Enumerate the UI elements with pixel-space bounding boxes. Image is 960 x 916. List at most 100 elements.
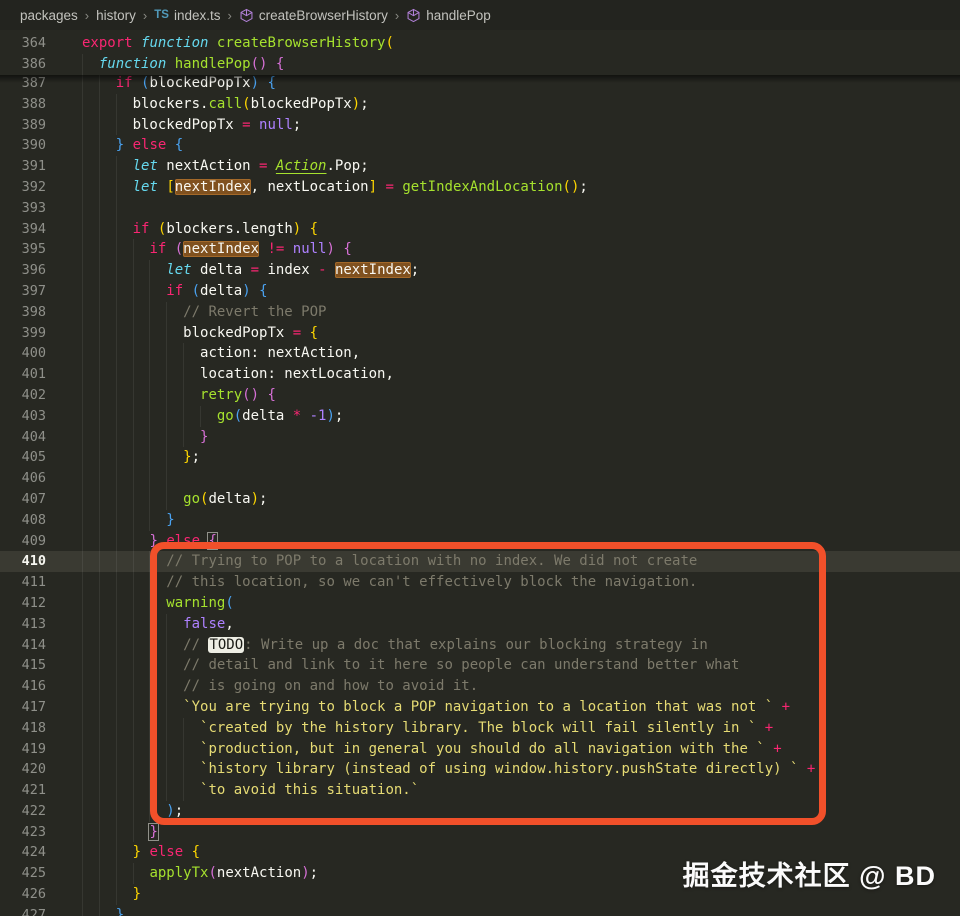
code-line-417[interactable]: 417 `You are trying to block a POP navig… [0,696,960,718]
code-line-403[interactable]: 403 go(delta * -1); [0,405,960,427]
line-number[interactable]: 391 [0,156,46,177]
line-number[interactable]: 417 [0,697,46,718]
line-number[interactable]: 389 [0,115,46,136]
line-number[interactable]: 406 [0,468,46,489]
code-line-388[interactable]: 388 blockers.call(blockedPopTx); [0,93,960,115]
code-line-406[interactable]: 406 [0,468,960,489]
line-number[interactable]: 402 [0,385,46,406]
code-line-412[interactable]: 412 warning( [0,592,960,614]
line-number[interactable]: 409 [0,531,46,552]
sticky-line-386[interactable]: 386 function handlePop() { [0,53,960,75]
code-line-396[interactable]: 396 let delta = index - nextIndex; [0,260,960,281]
code-text: } [166,511,175,528]
line-number[interactable]: 426 [0,884,46,905]
line-number[interactable]: 395 [0,239,46,260]
line-number[interactable]: 390 [0,135,46,156]
code-line-402[interactable]: 402 retry() { [0,384,960,406]
line-number[interactable]: 420 [0,759,46,780]
code-line-405[interactable]: 405 }; [0,447,960,469]
code-line-418[interactable]: 418 `created by the history library. The… [0,717,960,739]
line-number[interactable]: 427 [0,905,46,916]
code-line-395[interactable]: 395 if (nextIndex != null) { [0,239,960,261]
line-number[interactable]: 408 [0,510,46,531]
code-text: function handlePop() { [98,55,285,72]
line-number[interactable]: 415 [0,655,46,676]
code-text: } [132,886,142,903]
line-number[interactable]: 412 [0,593,46,614]
breadcrumb-item-createbrowserhistory[interactable]: createBrowserHistory [239,8,388,23]
indent-guide [82,197,83,219]
line-number[interactable]: 401 [0,364,46,385]
code-text: applyTx(nextAction); [149,865,319,882]
code-line-398[interactable]: 398 // Revert the POP [0,301,960,323]
line-number[interactable]: 397 [0,281,46,302]
line-number[interactable]: 411 [0,572,46,593]
line-number[interactable]: 364 [0,33,46,54]
sticky-line-364[interactable]: 364 export function createBrowserHistory( [0,33,960,54]
line-number[interactable]: 407 [0,489,46,510]
code-text: // detail and link to it here so people … [183,657,740,674]
code-line-423[interactable]: 423 } [0,821,960,843]
line-number[interactable]: 399 [0,323,46,344]
code-line-422[interactable]: 422 ); [0,800,960,822]
code-line-421[interactable]: 421 `to avoid this situation.` [0,780,960,801]
code-line-407[interactable]: 407 go(delta); [0,488,960,510]
line-number[interactable]: 421 [0,780,46,801]
code-line-393[interactable]: 393 [0,197,960,219]
code-line-414[interactable]: 414 // TODO: Write up a doc that explain… [0,634,960,656]
breadcrumb-label: createBrowserHistory [258,7,388,23]
code-line-389[interactable]: 389 blockedPopTx = null; [0,114,960,136]
code-line-394[interactable]: 394 if (blockers.length) { [0,218,960,240]
code-line-399[interactable]: 399 blockedPopTx = { [0,322,960,344]
breadcrumb-label: packages [20,7,78,23]
code-text: `to avoid this situation.` [200,782,420,799]
breadcrumb-item-index.ts[interactable]: TS index.ts [154,8,220,23]
code-line-413[interactable]: 413 false, [0,613,960,635]
code-line-404[interactable]: 404 } [0,426,960,448]
breadcrumb-item-history[interactable]: history [96,8,136,23]
code-line-419[interactable]: 419 `production, but in general you shou… [0,738,960,760]
line-number[interactable]: 393 [0,198,46,219]
line-number[interactable]: 413 [0,614,46,635]
line-number[interactable]: 418 [0,718,46,739]
line-number[interactable]: 394 [0,219,46,240]
code-text: // is going on and how to avoid it. [183,678,479,695]
code-line-401[interactable]: 401 location: nextLocation, [0,364,960,385]
line-number[interactable]: 422 [0,801,46,822]
line-number[interactable]: 410 [0,551,46,572]
code-text: warning( [166,594,234,611]
line-number[interactable]: 419 [0,739,46,760]
line-number[interactable]: 398 [0,302,46,323]
line-number[interactable]: 424 [0,842,46,863]
indent-guide [82,468,83,489]
line-number[interactable]: 414 [0,635,46,656]
code-line-408[interactable]: 408 } [0,509,960,531]
code-line-420[interactable]: 420 `history library (instead of using w… [0,759,960,781]
line-number[interactable]: 425 [0,863,46,884]
code-line-392[interactable]: 392 let [nextIndex, nextLocation] = getI… [0,176,960,198]
line-number[interactable]: 423 [0,822,46,843]
line-number[interactable]: 404 [0,427,46,448]
code-line-410[interactable]: 410 // Trying to POP to a location with … [0,551,960,573]
line-number[interactable]: 400 [0,343,46,364]
code-line-427[interactable]: 427 } [0,904,960,916]
code-line-390[interactable]: 390 } else { [0,135,960,157]
code-editor[interactable]: 387 if (blockedPopTx) {388 blockers.call… [0,30,960,916]
line-number[interactable]: 392 [0,177,46,198]
breadcrumb-item-packages[interactable]: packages [20,8,78,23]
line-number[interactable]: 416 [0,676,46,697]
code-line-397[interactable]: 397 if (delta) { [0,280,960,302]
line-number[interactable]: 396 [0,260,46,281]
indent-guide [98,468,100,489]
breadcrumb-item-handlepop[interactable]: handlePop [406,8,491,23]
code-line-416[interactable]: 416 // is going on and how to avoid it. [0,676,960,697]
line-number[interactable]: 405 [0,447,46,468]
code-line-415[interactable]: 415 // detail and link to it here so peo… [0,655,960,677]
code-line-400[interactable]: 400 action: nextAction, [0,343,960,365]
code-line-391[interactable]: 391 let nextAction = Action.Pop; [0,156,960,177]
line-number[interactable]: 388 [0,94,46,115]
code-line-409[interactable]: 409 } else { [0,530,960,552]
line-number[interactable]: 403 [0,406,46,427]
line-number[interactable]: 386 [0,54,46,75]
code-line-411[interactable]: 411 // this location, so we can't effect… [0,572,960,593]
